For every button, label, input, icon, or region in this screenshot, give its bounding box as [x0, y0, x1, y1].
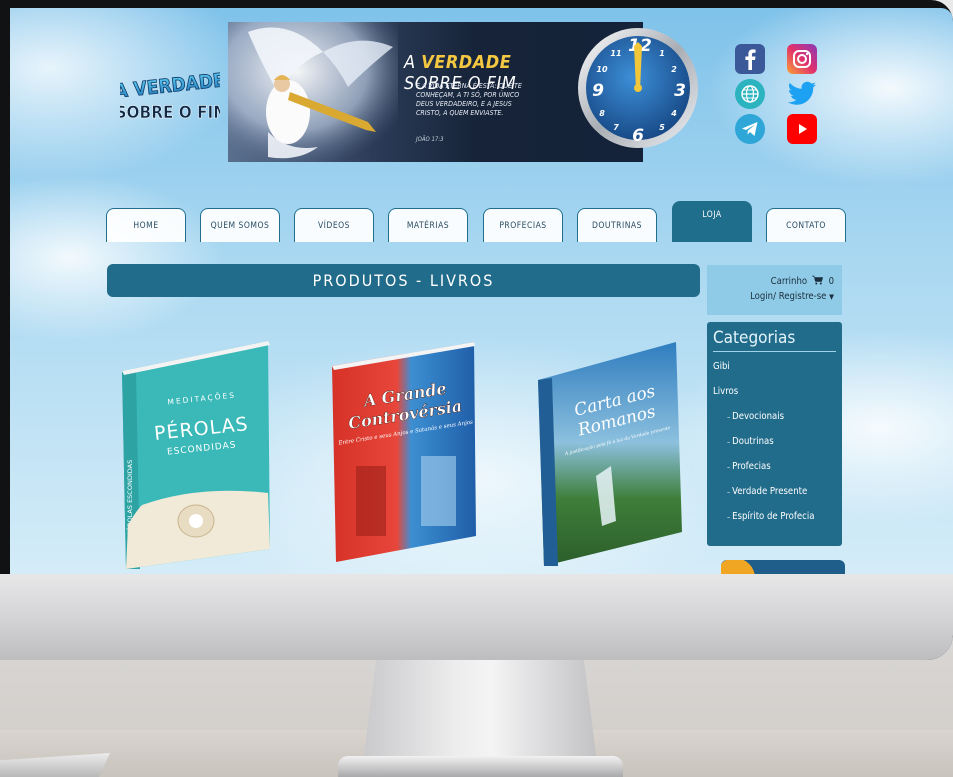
svg-text:SOBRE O FIM: SOBRE O FIM	[120, 103, 220, 123]
monitor-stand	[362, 660, 598, 770]
svg-text:10: 10	[596, 65, 608, 74]
category-profecias[interactable]: Profecias	[713, 460, 836, 485]
tab-profecias[interactable]: PROFECIAS	[483, 208, 563, 242]
tab-videos[interactable]: VÍDEOS	[294, 208, 374, 242]
clock-icon: 12 1 2 3 4 5 6 7 8 9 10 11	[578, 28, 698, 148]
monitor-frame: A VERDADE SOBRE O FIM	[0, 0, 953, 660]
side-banner-card[interactable]	[721, 560, 845, 574]
svg-text:A VERDADE: A VERDADE	[120, 69, 220, 102]
telegram-icon[interactable]	[735, 114, 765, 144]
cart-count: 0	[828, 276, 834, 287]
product-book-carta-aos-romanos[interactable]: Carta aos Romanos A justificação pela fé…	[536, 336, 686, 568]
category-espirito-de-profecia[interactable]: Espírito de Profecia	[713, 510, 836, 535]
svg-text:9: 9	[592, 81, 604, 101]
instagram-icon[interactable]	[787, 44, 817, 74]
svg-text:2: 2	[671, 65, 677, 74]
categories-panel: Categorias Gibi Livros Devocionais Doutr…	[707, 322, 842, 546]
svg-text:11: 11	[610, 49, 621, 58]
svg-text:7: 7	[613, 123, 619, 132]
category-devocionais[interactable]: Devocionais	[713, 410, 836, 435]
category-doutrinas[interactable]: Doutrinas	[713, 435, 836, 460]
angel-trumpet-illustration	[228, 22, 398, 162]
svg-text:6: 6	[632, 126, 644, 146]
caret-down-icon: ▼	[829, 293, 834, 301]
tab-quem-somos[interactable]: QUEM SOMOS	[200, 208, 280, 242]
screen: A VERDADE SOBRE O FIM	[10, 8, 953, 574]
svg-text:3: 3	[674, 81, 686, 101]
youtube-icon[interactable]	[787, 114, 817, 144]
monitor-chin	[0, 574, 953, 660]
monitor-stand-base	[338, 756, 623, 777]
cart-panel: Carrinho 0 Login/ Registre-se ▼	[707, 265, 842, 315]
svg-text:1: 1	[659, 49, 665, 58]
cart-link[interactable]: Carrinho 0	[707, 274, 834, 289]
svg-text:8: 8	[599, 109, 605, 118]
facebook-icon[interactable]	[735, 44, 765, 74]
shopping-cart-icon	[811, 275, 823, 285]
category-verdade-presente[interactable]: Verdade Presente	[713, 485, 836, 510]
product-book-a-grande-controversia[interactable]: A Grande Controvérsia Entre Cristo e seu…	[326, 336, 486, 566]
page-title: PRODUTOS - LIVROS	[107, 264, 700, 297]
website-globe-icon[interactable]	[735, 79, 765, 109]
keyboard-edge	[0, 753, 110, 777]
main-navigation: HOME QUEM SOMOS VÍDEOS MATÉRIAS PROFECIA…	[106, 201, 851, 242]
banner-verse: E A VIDA ETERNA É ESTA: QUE TE CONHEÇAM,…	[416, 82, 522, 117]
svg-text:5: 5	[659, 123, 665, 132]
category-gibi[interactable]: Gibi	[713, 360, 836, 385]
tab-contato[interactable]: CONTATO	[766, 208, 846, 242]
banner-verse-reference: JOÃO 17:3	[416, 136, 444, 143]
svg-text:4: 4	[670, 109, 677, 118]
tab-materias[interactable]: MATÉRIAS	[388, 208, 468, 242]
login-register-link[interactable]: Login/ Registre-se ▼	[707, 289, 834, 305]
tab-loja[interactable]: LOJA	[672, 201, 752, 242]
twitter-icon[interactable]	[787, 79, 817, 109]
categories-title: Categorias	[713, 328, 836, 352]
site-logo[interactable]: A VERDADE SOBRE O FIM	[120, 60, 220, 140]
tab-doutrinas[interactable]: DOUTRINAS	[577, 208, 657, 242]
tab-home[interactable]: HOME	[106, 208, 186, 242]
product-book-perolas-escondidas[interactable]: MEDITAÇÕES PÉROLAS ESCONDIDAS PÉROLAS ES…	[118, 335, 278, 574]
category-livros[interactable]: Livros	[713, 385, 836, 410]
